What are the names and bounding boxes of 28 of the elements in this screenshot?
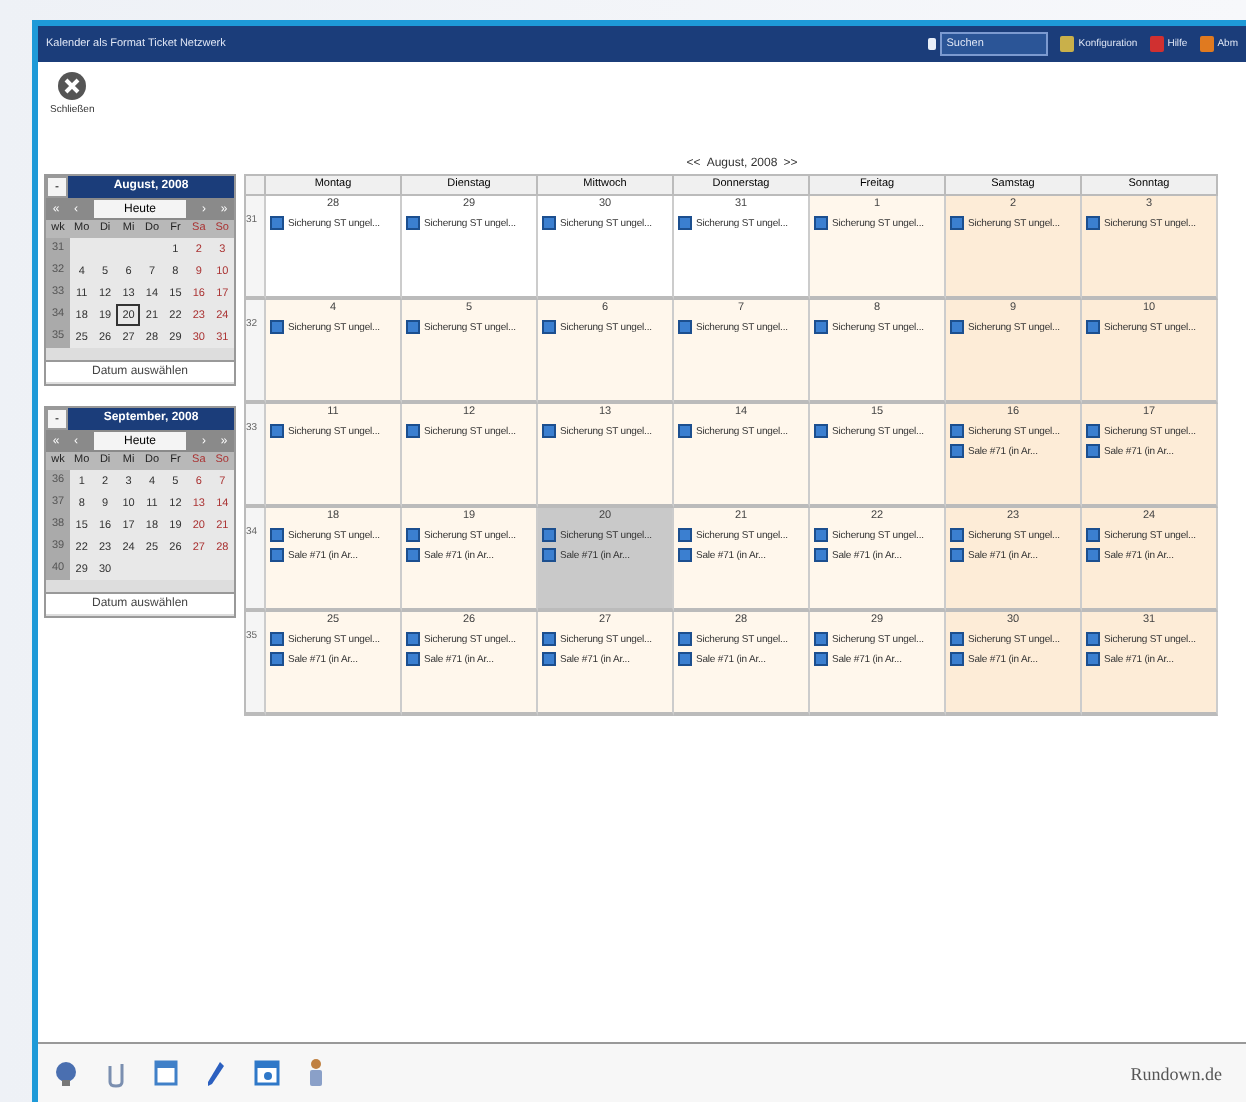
close-icon — [56, 70, 89, 102]
event-icon — [1086, 216, 1100, 230]
event-icon — [406, 320, 420, 334]
event-icon — [270, 216, 284, 230]
event-icon — [270, 320, 284, 334]
brand-logo: Rundown.de — [1130, 1063, 1222, 1083]
event-icon — [814, 424, 828, 438]
event-icon — [542, 424, 556, 438]
event-icon — [678, 216, 692, 230]
event-icon — [406, 216, 420, 230]
event-icon — [950, 216, 964, 230]
event-icon — [406, 424, 420, 438]
event-icon — [814, 216, 828, 230]
event-icon — [542, 216, 556, 230]
window-icon[interactable] — [254, 1060, 280, 1086]
search-icon — [928, 38, 937, 50]
event-icon — [678, 424, 692, 438]
event-icon — [678, 320, 692, 334]
person-icon[interactable] — [308, 1058, 324, 1088]
event-icon — [814, 320, 828, 334]
event-icon — [270, 424, 284, 438]
calendar-icon[interactable] — [154, 1060, 178, 1086]
event-icon — [542, 320, 556, 334]
paperclip-icon[interactable] — [106, 1059, 126, 1087]
event-icon — [1086, 320, 1100, 334]
globe-icon[interactable] — [54, 1059, 78, 1087]
event-icon — [950, 320, 964, 334]
pen-icon[interactable] — [206, 1059, 226, 1087]
